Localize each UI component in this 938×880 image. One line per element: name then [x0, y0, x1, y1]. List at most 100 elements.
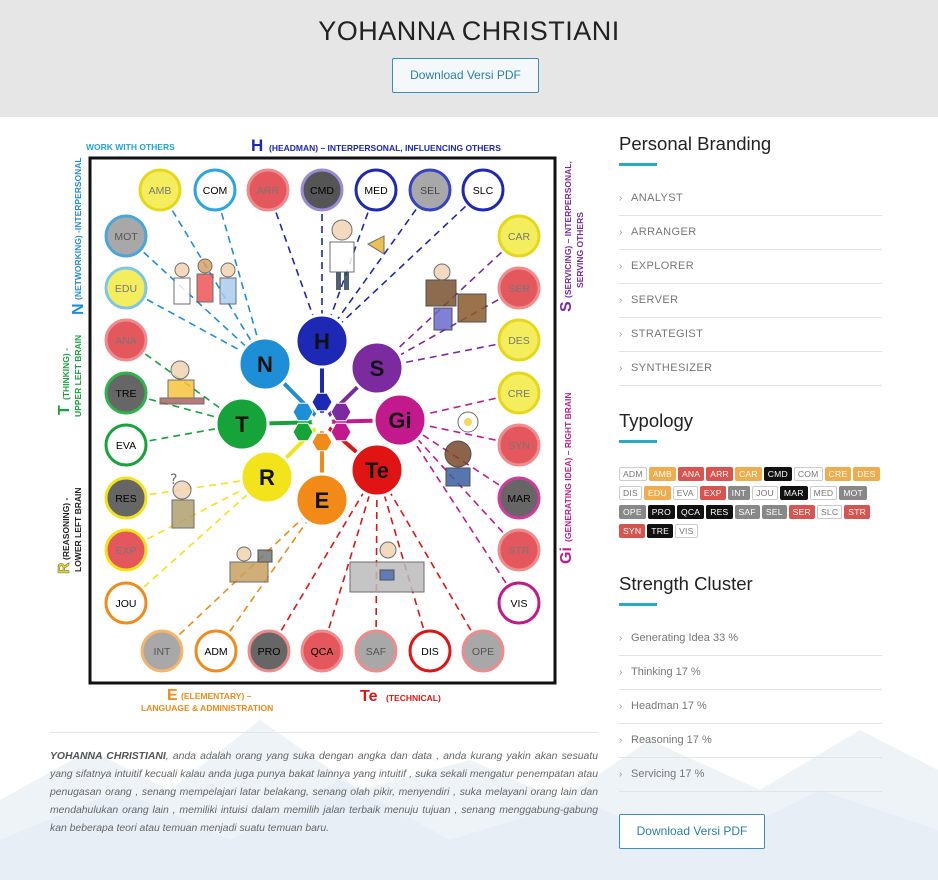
typology-tag-vis: VIS	[675, 524, 698, 538]
list-item-label: Generating Idea 33 %	[631, 632, 739, 644]
download-pdf-button-top[interactable]: Download Versi PDF	[392, 58, 539, 93]
label-n-letter: N	[70, 303, 87, 315]
center-hexagon	[311, 412, 333, 432]
talent-label: SLC	[473, 185, 494, 197]
typology-tag-mar: MAR	[779, 486, 808, 500]
list-item[interactable]: › Servicing 17 %	[619, 758, 882, 792]
typology-tag-arr: ARR	[706, 467, 733, 481]
talent-label: VIS	[511, 598, 528, 610]
talent-label: AMB	[149, 185, 172, 197]
center-hexagon	[292, 402, 314, 422]
chevron-right-icon: ›	[619, 735, 623, 746]
label-te-text: (TECHNICAL)	[386, 693, 441, 703]
list-item-label: SERVER	[631, 294, 679, 306]
label-gi-text: (GENERATING IDEA) – RIGHT BRAIN	[563, 392, 573, 542]
cluster-label: R	[259, 465, 275, 490]
chevron-right-icon: ›	[619, 769, 623, 780]
talent-label: EDU	[115, 283, 137, 295]
typology-tag-pro: PRO	[647, 505, 675, 519]
personal-branding-underline	[619, 163, 657, 166]
typology-tag-mot: MOT	[839, 486, 868, 500]
center-hexagon	[292, 422, 314, 442]
label-e-text1: (ELEMENTARY) –	[181, 691, 252, 701]
typology-tag-ser: SER	[788, 505, 815, 519]
chevron-right-icon: ›	[619, 227, 623, 238]
list-item[interactable]: › ANALYST	[619, 182, 882, 216]
talent-label: MOT	[114, 231, 138, 243]
list-item[interactable]: › STRATEGIST	[619, 318, 882, 352]
typology-tag-syn: SYN	[619, 524, 646, 538]
list-item[interactable]: › EXPLORER	[619, 250, 882, 284]
list-item[interactable]: › Headman 17 %	[619, 690, 882, 724]
talent-label: DIS	[421, 646, 439, 658]
list-item[interactable]: › Generating Idea 33 %	[619, 622, 882, 656]
talent-label: RES	[115, 493, 137, 505]
talent-label: QCA	[311, 646, 334, 658]
label-h-letter: H	[251, 136, 263, 155]
list-item-label: Reasoning 17 %	[631, 734, 712, 746]
chevron-right-icon: ›	[619, 363, 623, 374]
talent-label: ARR	[257, 185, 280, 197]
chevron-right-icon: ›	[619, 261, 623, 272]
typology-tag-eva: EVA	[672, 486, 698, 500]
typology-tag-dis: DIS	[619, 486, 642, 500]
talent-label: CRE	[508, 388, 530, 400]
list-item-label: ARRANGER	[631, 226, 697, 238]
download-pdf-button-bottom[interactable]: Download Versi PDF	[619, 814, 765, 849]
talent-label: EXP	[115, 545, 136, 557]
center-hexagon	[311, 392, 333, 412]
typology-tags: ADM AMB ANA ARR CAR CMD COM CRE DES DIS EDU EVA EXP I…	[619, 467, 882, 543]
list-item-label: Servicing 17 %	[631, 768, 705, 780]
list-item-label: Thinking 17 %	[631, 666, 701, 678]
cluster-label: Te	[365, 458, 389, 483]
typology-tag-saf: SAF	[734, 505, 760, 519]
list-item[interactable]: › ARRANGER	[619, 216, 882, 250]
typology-underline	[619, 440, 657, 443]
typology-tag-adm: ADM	[619, 467, 647, 481]
talent-label: SEL	[420, 185, 440, 197]
center-hexagon	[330, 402, 352, 422]
label-gi-letter: Gi	[558, 547, 575, 564]
typology-title: Typology	[619, 410, 694, 431]
talent-label: SER	[508, 283, 530, 295]
talent-label: ADM	[204, 646, 227, 658]
talent-label: PRO	[258, 646, 281, 658]
cluster-label: Gi	[388, 408, 411, 433]
typology-tag-tre: TRE	[647, 524, 674, 538]
center-hexagon	[311, 432, 333, 452]
talent-label: MED	[364, 185, 388, 197]
talent-diagram-svg: ? H S N Gi T Te R E AMB COM ARR CMD MED SEL SLC MOT EDU…	[56, 136, 585, 713]
list-item[interactable]: › SYNTHESIZER	[619, 352, 882, 386]
label-h-text: (HEADMAN) – INTERPERSONAL, INFLUENCING O…	[269, 143, 501, 153]
typology-tag-jou: JOU	[752, 486, 778, 500]
label-t-text2: UPPER LEFT BRAIN	[73, 335, 83, 417]
page-header: YOHANNA CHRISTIANI Download Versi PDF	[0, 0, 938, 117]
label-s-text1: (SERVICING) – INTERPERSONAL,	[563, 161, 573, 298]
strength-cluster-underline	[619, 603, 657, 606]
label-e-text2: LANGUAGE & ADMINISTRATION	[141, 703, 273, 713]
cluster-label: N	[257, 352, 273, 377]
list-item[interactable]: › Thinking 17 %	[619, 656, 882, 690]
label-r-letter: R	[56, 562, 73, 574]
chevron-right-icon: ›	[619, 295, 623, 306]
strength-cluster-title: Strength Cluster	[619, 573, 753, 594]
talent-label: CAR	[508, 231, 531, 243]
talent-label: EVA	[116, 440, 136, 452]
talent-label: COM	[203, 185, 228, 197]
talent-label: STR	[509, 545, 530, 557]
talent-label: JOU	[116, 598, 137, 610]
typology-tag-com: COM	[793, 467, 823, 481]
svg-text:?: ?	[170, 472, 177, 488]
label-te-letter: Te	[360, 688, 378, 705]
list-item[interactable]: › Reasoning 17 %	[619, 724, 882, 758]
typology-tag-res: RES	[706, 505, 733, 519]
label-r-text2: LOWER LEFT BRAIN	[73, 487, 83, 572]
typology-tag-car: CAR	[734, 467, 762, 481]
content-divider	[50, 732, 598, 733]
label-e-letter: E	[167, 687, 178, 704]
typology-tag-qca: QCA	[676, 505, 705, 519]
networking-people-icon	[173, 258, 237, 305]
list-item-label: EXPLORER	[631, 260, 695, 272]
talent-label: OPE	[472, 646, 494, 658]
list-item[interactable]: › SERVER	[619, 284, 882, 318]
